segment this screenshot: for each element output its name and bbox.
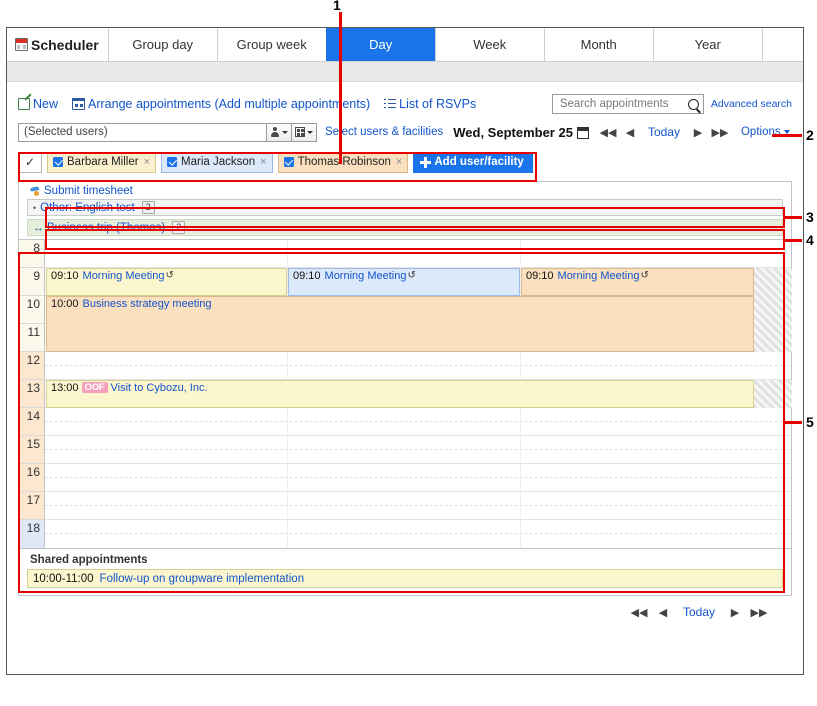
facility-icon	[295, 127, 305, 137]
bottom-prev-fast-button[interactable]: ◀◀	[628, 603, 650, 621]
search-input[interactable]	[557, 97, 688, 111]
bottom-prev-button[interactable]: ◀	[652, 603, 674, 621]
tab-day[interactable]: Day	[325, 28, 435, 61]
arrange-appointments-label: Arrange appointments (Add multiple appoi…	[88, 97, 371, 111]
bottom-date-navigation: ◀◀ ◀ Today ▶ ▶▶	[18, 596, 792, 621]
annotation-line-1	[339, 12, 342, 164]
date-picker-icon[interactable]	[576, 126, 589, 139]
annotation-line-4	[785, 239, 802, 242]
new-appointment-button[interactable]: New	[18, 97, 58, 111]
next-fast-button[interactable]: ▶▶	[709, 123, 731, 141]
annotation-box-1	[18, 152, 537, 182]
chevron-down-icon	[281, 130, 288, 134]
today-button[interactable]: Today	[641, 123, 687, 141]
annotation-line-5	[785, 421, 802, 424]
annotation-box-5	[18, 252, 785, 593]
list-of-rsvps-label: List of RSVPs	[399, 97, 477, 111]
bottom-next-fast-button[interactable]: ▶▶	[748, 603, 770, 621]
tab-week[interactable]: Week	[434, 28, 544, 61]
tab-group-week[interactable]: Group week	[216, 28, 326, 61]
left-right-arrow-icon: ↔	[33, 221, 44, 234]
search-box[interactable]	[551, 94, 704, 114]
search-area: Advanced search	[551, 94, 792, 114]
calendar-icon	[15, 38, 28, 51]
next-button[interactable]: ▶	[687, 123, 709, 141]
current-date: Wed, September 25	[453, 125, 589, 140]
tab-month[interactable]: Month	[543, 28, 653, 61]
search-icon[interactable]	[687, 98, 699, 110]
tab-year[interactable]: Year	[652, 28, 763, 61]
annotation-line-3	[785, 216, 802, 219]
new-appointment-icon	[18, 98, 30, 110]
new-appointment-label: New	[33, 97, 59, 111]
arrange-appointments-button[interactable]: Arrange appointments (Add multiple appoi…	[72, 97, 370, 111]
bottom-today-button[interactable]: Today	[676, 603, 722, 621]
app-title: Scheduler	[7, 28, 108, 61]
action-toolbar: New Arrange appointments (Add multiple a…	[18, 91, 792, 117]
current-date-label: Wed, September 25	[453, 124, 573, 140]
prev-button[interactable]: ◀	[619, 123, 641, 141]
annotation-number-2: 2	[806, 127, 814, 143]
user-date-toolbar: (Selected users) Select users & faciliti…	[18, 120, 792, 144]
arrange-appointments-icon	[72, 98, 86, 110]
tab-group-day[interactable]: Group day	[107, 28, 217, 61]
bullet-icon: •	[33, 202, 37, 213]
select-users-facilities-link[interactable]: Select users & facilities	[325, 126, 443, 138]
annotation-line-2	[772, 134, 802, 137]
list-icon	[384, 98, 397, 110]
top-tab-bar: Scheduler Group day Group week Day Week …	[7, 28, 803, 62]
selected-users-field[interactable]: (Selected users)	[18, 122, 267, 142]
person-dropdown-button[interactable]	[267, 122, 292, 142]
submit-timesheet-label: Submit timesheet	[44, 184, 133, 197]
date-navigation: ◀◀ ◀ Today ▶ ▶▶	[597, 123, 731, 141]
annotation-number-4: 4	[806, 232, 814, 248]
facility-dropdown-button[interactable]	[292, 122, 317, 142]
submit-timesheet-link[interactable]: Submit timesheet	[19, 182, 791, 199]
annotation-box-3	[45, 207, 785, 228]
annotation-number-3: 3	[806, 209, 814, 225]
bottom-next-button[interactable]: ▶	[724, 603, 746, 621]
person-icon	[270, 127, 280, 137]
notification-bird-icon	[30, 186, 42, 196]
app-title-label: Scheduler	[31, 36, 99, 53]
annotation-number-5: 5	[806, 414, 814, 430]
advanced-search-link[interactable]: Advanced search	[711, 98, 792, 110]
chevron-down-icon	[307, 130, 313, 134]
annotation-number-1: 1	[333, 0, 341, 13]
list-of-rsvps-button[interactable]: List of RSVPs	[384, 97, 476, 111]
toolbar-divider	[7, 62, 803, 82]
prev-fast-button[interactable]: ◀◀	[597, 123, 619, 141]
annotation-box-4	[45, 229, 785, 250]
